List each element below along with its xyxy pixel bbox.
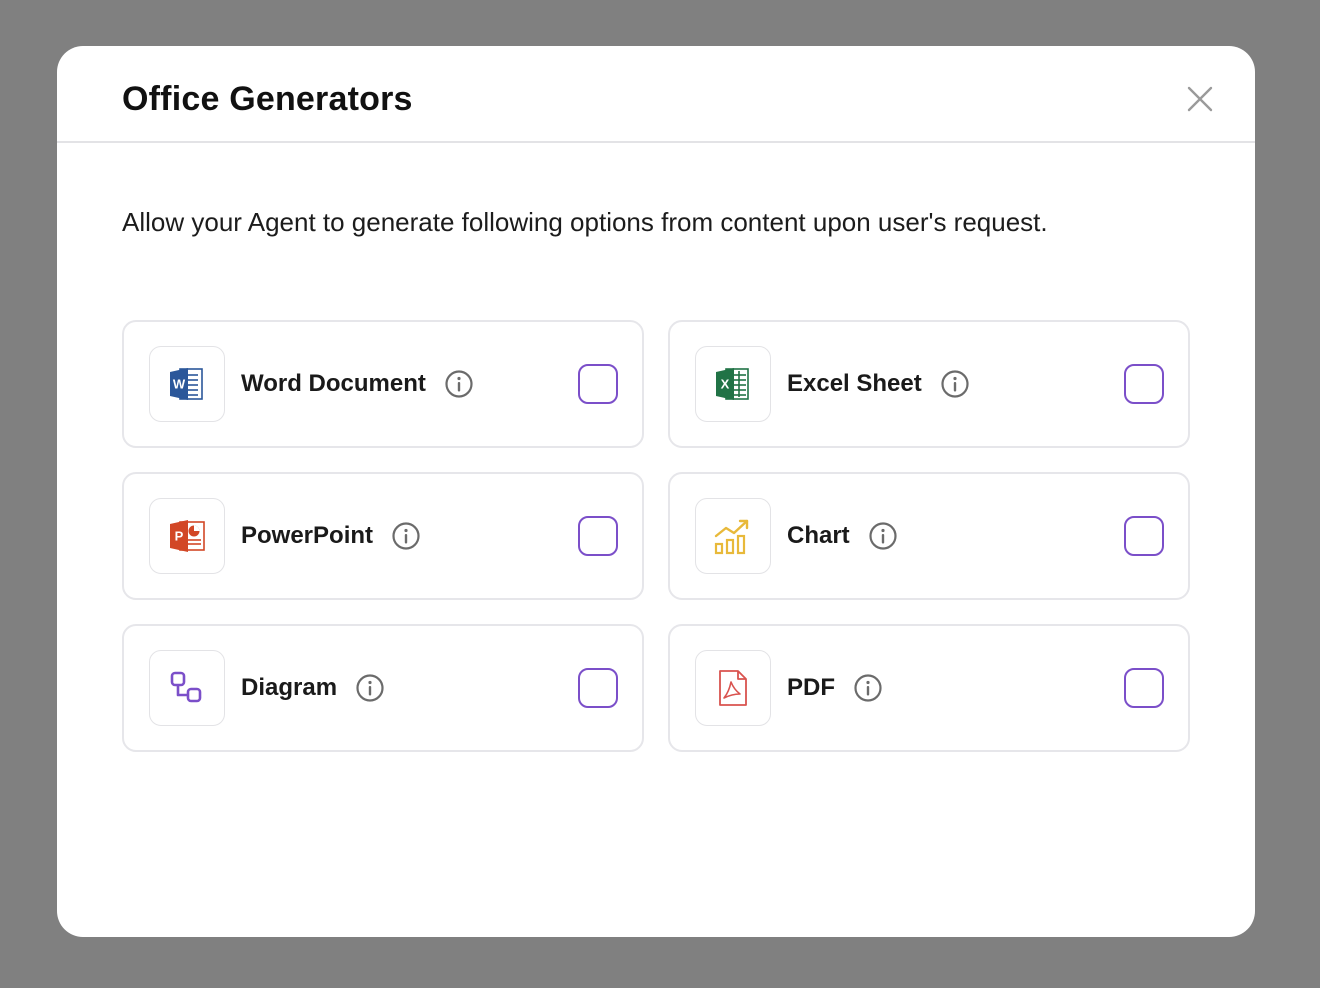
option-label: Diagram — [241, 674, 338, 701]
option-label-row: Excel Sheet — [787, 369, 970, 399]
option-card-diagram[interactable]: Diagram — [122, 624, 644, 752]
option-card-pdf[interactable]: PDF — [668, 624, 1190, 752]
option-label-row: PDF — [787, 673, 883, 703]
modal-title: Office Generators — [122, 80, 413, 118]
chart-checkbox[interactable] — [1124, 516, 1164, 556]
option-card-excel-sheet[interactable]: X Excel Sheet — [668, 320, 1190, 448]
options-grid: W Word Document X Excel Sheet P PowerPoi… — [122, 320, 1190, 752]
diagram-checkbox[interactable] — [578, 668, 618, 708]
option-label-row: PowerPoint — [241, 521, 421, 551]
info-icon[interactable] — [391, 521, 421, 551]
option-label-row: Word Document — [241, 369, 474, 399]
svg-text:P: P — [175, 529, 184, 544]
close-icon — [1187, 86, 1213, 112]
info-icon[interactable] — [853, 673, 883, 703]
option-label-row: Chart — [787, 521, 898, 551]
excel-sheet-checkbox[interactable] — [1124, 364, 1164, 404]
option-label-row: Diagram — [241, 673, 385, 703]
icon-container: W — [149, 346, 225, 422]
close-button[interactable] — [1185, 84, 1215, 114]
pdf-icon — [719, 670, 747, 706]
office-generators-modal: Office Generators Allow your Agent to ge… — [57, 46, 1255, 937]
modal-description: Allow your Agent to generate following o… — [122, 207, 1048, 237]
powerpoint-checkbox[interactable] — [578, 516, 618, 556]
svg-text:W: W — [173, 377, 186, 392]
chart-icon — [714, 519, 749, 555]
option-label: Chart — [787, 522, 850, 549]
option-card-powerpoint[interactable]: P PowerPoint — [122, 472, 644, 600]
icon-container: X — [695, 346, 771, 422]
icon-container — [695, 498, 771, 574]
option-label: Word Document — [241, 370, 426, 397]
icon-container: P — [149, 498, 225, 574]
pdf-checkbox[interactable] — [1124, 668, 1164, 708]
option-label: PDF — [787, 674, 835, 701]
excel-sheet-icon: X — [716, 368, 749, 400]
diagram-icon — [170, 671, 202, 703]
info-icon[interactable] — [940, 369, 970, 399]
option-card-word-document[interactable]: W Word Document — [122, 320, 644, 448]
info-icon[interactable] — [868, 521, 898, 551]
svg-text:X: X — [721, 377, 730, 392]
info-icon[interactable] — [355, 673, 385, 703]
icon-container — [695, 650, 771, 726]
option-card-chart[interactable]: Chart — [668, 472, 1190, 600]
powerpoint-icon: P — [170, 520, 205, 552]
word-document-checkbox[interactable] — [578, 364, 618, 404]
icon-container — [149, 650, 225, 726]
modal-header: Office Generators — [57, 46, 1255, 143]
option-label: PowerPoint — [241, 522, 374, 549]
info-icon[interactable] — [444, 369, 474, 399]
word-document-icon: W — [170, 368, 203, 400]
option-label: Excel Sheet — [787, 370, 922, 397]
